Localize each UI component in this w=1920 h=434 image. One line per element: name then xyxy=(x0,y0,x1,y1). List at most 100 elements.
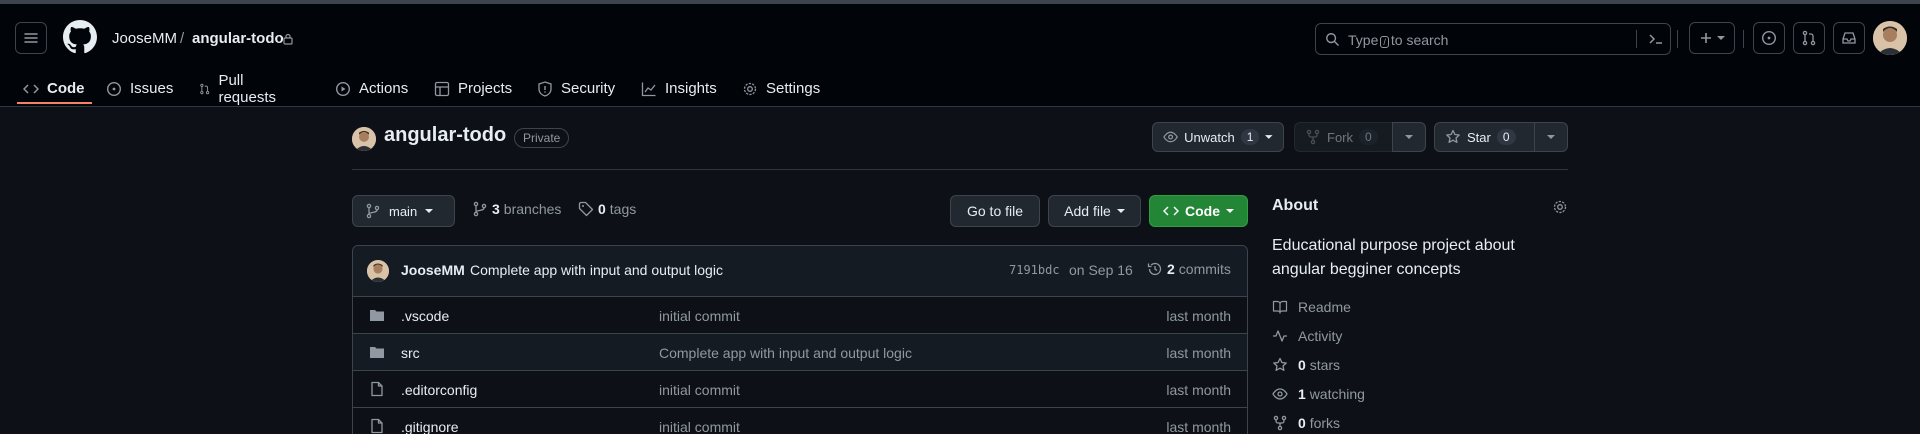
file-row[interactable]: src Complete app with input and output l… xyxy=(353,334,1247,371)
tab-projects[interactable]: Projects xyxy=(434,66,512,111)
go-to-file-button[interactable]: Go to file xyxy=(950,195,1040,227)
code-icon xyxy=(23,83,39,94)
search-placeholder: Type / to search xyxy=(1348,32,1449,48)
folder-icon xyxy=(370,310,384,321)
command-palette-icon[interactable] xyxy=(1649,33,1663,45)
commit-message[interactable]: Complete app with input and output logic xyxy=(470,262,723,278)
pulse-icon xyxy=(1273,330,1287,342)
caret-down-icon xyxy=(1116,209,1125,213)
lock-icon xyxy=(283,33,293,45)
activity-link[interactable]: Activity xyxy=(1272,328,1342,344)
tab-settings[interactable]: Settings xyxy=(742,66,820,111)
caret-down-icon xyxy=(1226,209,1234,213)
file-name[interactable]: .editorconfig xyxy=(401,382,477,398)
git-branch-icon xyxy=(473,201,487,217)
commit-author[interactable]: JooseMM xyxy=(401,262,465,278)
watching-link[interactable]: 1 watching xyxy=(1272,386,1365,402)
inbox-icon xyxy=(1842,32,1856,44)
latest-commit-row: JooseMM Complete app with input and outp… xyxy=(353,246,1247,297)
avatar-image-icon xyxy=(1873,21,1907,55)
code-button[interactable]: Code xyxy=(1149,195,1248,227)
about-description: Educational purpose project about angula… xyxy=(1272,237,1515,278)
issues-button[interactable] xyxy=(1753,22,1785,54)
file-time: last month xyxy=(1166,345,1231,361)
table-icon xyxy=(434,81,450,96)
file-row[interactable]: .gitignore initial commit last month xyxy=(353,408,1247,434)
file-icon xyxy=(371,418,383,434)
git-pull-request-icon xyxy=(200,83,210,94)
active-tab-underline xyxy=(17,102,92,104)
global-header: JooseMM / angular-todo Type / to search Co… xyxy=(0,4,1920,107)
tags-link[interactable]: 0 tags xyxy=(578,201,636,217)
tab-insights[interactable]: Insights xyxy=(641,66,717,111)
commit-hash[interactable]: 7191bdc xyxy=(1009,263,1060,277)
shield-icon xyxy=(538,80,552,97)
stars-link[interactable]: 0 stars xyxy=(1272,357,1340,373)
star-icon xyxy=(1273,357,1287,371)
folder-icon xyxy=(370,347,384,358)
fork-dropdown-button[interactable] xyxy=(1392,122,1426,152)
plus-icon xyxy=(1701,33,1711,43)
tab-pull-requests[interactable]: Pull requests xyxy=(199,66,281,111)
file-name[interactable]: .gitignore xyxy=(401,419,459,434)
tab-issues[interactable]: Issues xyxy=(106,66,173,111)
branch-select-button[interactable]: main xyxy=(352,195,455,227)
pull-requests-button[interactable] xyxy=(1793,22,1825,54)
history-icon xyxy=(1147,262,1162,276)
hamburger-icon xyxy=(24,33,38,43)
issue-opened-icon xyxy=(106,81,122,96)
star-icon xyxy=(1446,129,1460,143)
forks-link[interactable]: 0 forks xyxy=(1272,415,1340,431)
commits-link[interactable]: 2 commits xyxy=(1147,261,1231,277)
repo-forked-icon xyxy=(1273,415,1287,431)
add-file-button[interactable]: Add file xyxy=(1048,195,1141,227)
caret-down-icon xyxy=(425,209,434,213)
file-commit-message[interactable]: initial commit xyxy=(659,382,740,398)
graph-icon xyxy=(641,82,656,96)
git-pull-request-icon xyxy=(1802,30,1816,46)
file-commit-message[interactable]: initial commit xyxy=(659,419,740,434)
repo-title[interactable]: angular-todo xyxy=(384,124,506,147)
file-name[interactable]: src xyxy=(401,345,420,361)
file-icon xyxy=(371,381,383,397)
breadcrumb-owner[interactable]: JooseMM xyxy=(112,30,177,47)
user-avatar[interactable] xyxy=(1873,21,1907,55)
menu-button[interactable] xyxy=(15,22,47,54)
repo-owner-avatar[interactable] xyxy=(352,127,376,151)
gear-icon[interactable] xyxy=(1552,199,1568,215)
commit-author-avatar[interactable] xyxy=(367,260,389,282)
code-icon xyxy=(1163,206,1179,216)
breadcrumb-repo[interactable]: angular-todo xyxy=(192,30,284,47)
tab-security[interactable]: Security xyxy=(537,66,615,111)
eye-icon xyxy=(1272,388,1288,400)
avatar-image-icon xyxy=(352,127,376,151)
unwatch-button[interactable]: Unwatch 1 xyxy=(1152,122,1284,152)
visibility-badge: Private xyxy=(514,128,570,148)
issue-opened-icon xyxy=(1761,30,1777,46)
branches-link[interactable]: 3 branches xyxy=(472,201,561,217)
gear-icon xyxy=(743,82,757,95)
repo-forked-icon xyxy=(1306,129,1320,145)
file-row[interactable]: .editorconfig initial commit last month xyxy=(353,371,1247,408)
fork-button[interactable]: Fork 0 xyxy=(1294,122,1393,152)
file-commit-message[interactable]: initial commit xyxy=(659,308,740,324)
file-time: last month xyxy=(1166,382,1231,398)
search-input[interactable]: Type / to search xyxy=(1315,23,1671,55)
create-new-button[interactable] xyxy=(1689,22,1735,54)
star-button[interactable]: Star 0 xyxy=(1434,122,1535,152)
avatar-image-icon xyxy=(367,260,389,282)
tab-code[interactable]: Code xyxy=(23,66,85,111)
readme-link[interactable]: Readme xyxy=(1272,299,1351,315)
github-logo[interactable] xyxy=(63,20,97,54)
eye-icon xyxy=(1163,131,1178,143)
inbox-button[interactable] xyxy=(1833,22,1865,54)
file-time: last month xyxy=(1166,308,1231,324)
book-icon xyxy=(1272,300,1288,314)
repo-header-divider xyxy=(352,169,1568,170)
file-name[interactable]: .vscode xyxy=(401,308,449,324)
tab-actions[interactable]: Actions xyxy=(335,66,408,111)
file-row[interactable]: .vscode initial commit last month xyxy=(353,297,1247,334)
file-commit-message[interactable]: Complete app with input and output logic xyxy=(659,345,912,361)
star-dropdown-button[interactable] xyxy=(1534,122,1568,152)
commit-date: on Sep 16 xyxy=(1069,262,1133,278)
